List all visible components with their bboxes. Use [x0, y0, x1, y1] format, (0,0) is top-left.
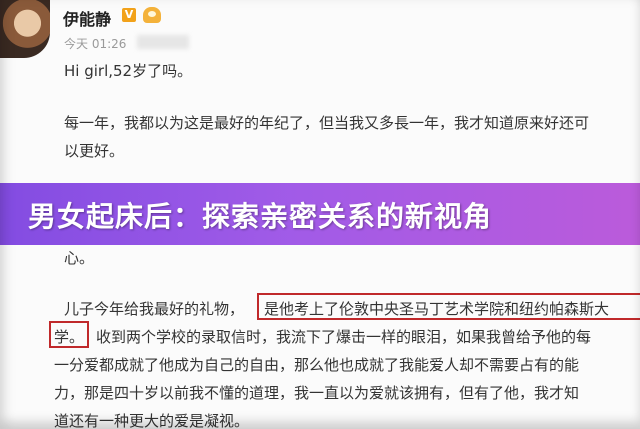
- post-line-1: Hi girl,52岁了吗。: [64, 62, 193, 80]
- post-timestamp: 今天 01:26: [64, 37, 127, 51]
- post-username[interactable]: 伊能静: [63, 6, 111, 30]
- weibo-post-screenshot: 伊能静 V 今天 01:26 Hi girl,52岁了吗。 每一年，我都以为这是…: [0, 0, 640, 429]
- post-line-9: 道还有一种更大的爱是凝视。: [54, 412, 250, 429]
- overlay-title: 男女起床后：探索亲密关系的新视角: [28, 200, 493, 233]
- blurred-source-label: [137, 35, 189, 49]
- post-line-3: 以更好。: [64, 142, 125, 160]
- member-crown-icon: [143, 7, 161, 23]
- post-line-5a: 儿子今年给我最好的礼物，: [64, 300, 245, 318]
- avatar[interactable]: [0, 0, 50, 58]
- post-line-2: 每一年，我都以为这是最好的年纪了，但当我又多長一年，我才知道原来好还可: [64, 114, 590, 132]
- post-line-7: 一分爱都成就了他成为自己的自由，那么他也成就了我能爱人却不需要占有的能: [54, 356, 580, 374]
- post-line-8: 力，那是四十岁以前我不懂的道理，我一直以为爱就该拥有，但有了他，我才知: [54, 384, 580, 402]
- highlight-box-bottom: [49, 321, 89, 348]
- post-line-6b: 收到两个学校的录取信时，我流下了爆击一样的眼泪，如果我曾给予他的每: [96, 328, 592, 346]
- verified-badge-icon: V: [122, 8, 136, 22]
- post-line-4: 心。: [64, 249, 95, 267]
- highlight-box-top: [257, 293, 640, 320]
